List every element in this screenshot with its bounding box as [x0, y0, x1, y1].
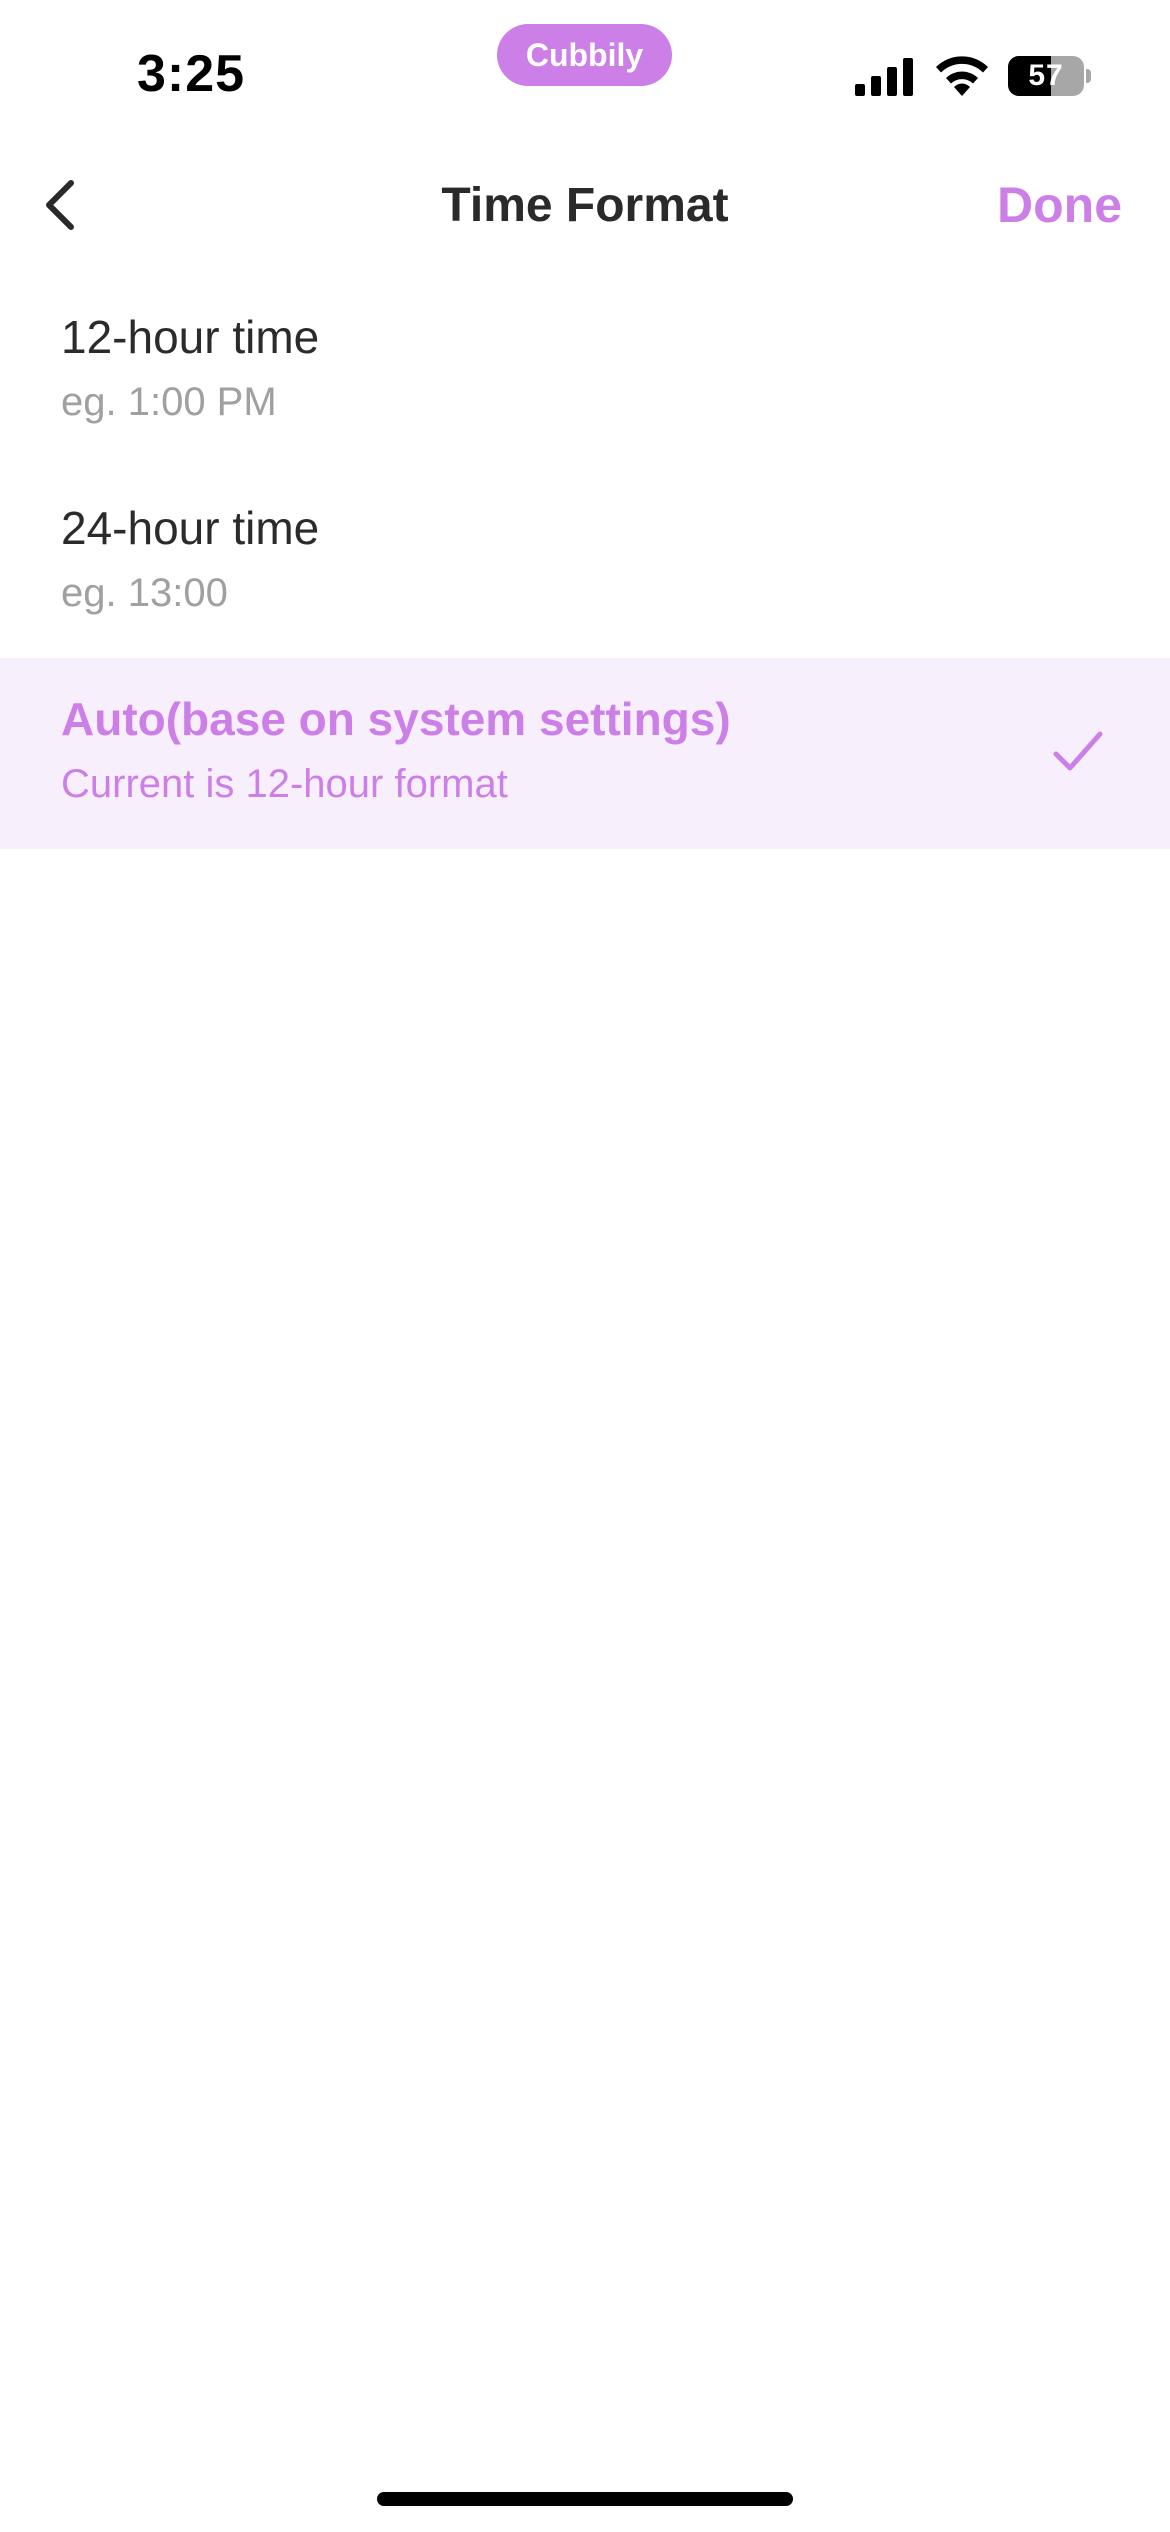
time-format-options: 12-hour time eg. 1:00 PM 24-hour time eg…	[0, 276, 1170, 849]
option-24-hour[interactable]: 24-hour time eg. 13:00	[0, 467, 1170, 658]
wifi-icon	[936, 56, 988, 96]
signal-icon	[855, 58, 913, 96]
option-example: eg. 1:00 PM	[61, 380, 277, 424]
done-button[interactable]: Done	[997, 176, 1122, 234]
app-pill: Cubbily	[497, 24, 672, 86]
option-auto[interactable]: Auto(base on system settings) Current is…	[0, 658, 1170, 849]
option-12-hour[interactable]: 12-hour time eg. 1:00 PM	[0, 276, 1170, 467]
nav-bar: Time Format Done	[0, 150, 1170, 268]
battery-cap	[1086, 69, 1091, 83]
battery-level: 57	[1028, 59, 1064, 92]
option-label: Auto(base on system settings)	[61, 693, 731, 745]
status-bar: 3:25 Cubbily 57	[0, 0, 1170, 150]
option-label: 12-hour time	[61, 311, 320, 363]
status-time: 3:25	[137, 45, 246, 103]
home-indicator[interactable]	[377, 2492, 793, 2506]
option-current-format: Current is 12-hour format	[61, 762, 508, 806]
checkmark-icon	[1053, 731, 1103, 771]
page-title: Time Format	[441, 179, 729, 232]
battery-icon: 57	[1008, 56, 1092, 96]
option-label: 24-hour time	[61, 502, 320, 554]
battery-body: 57	[1008, 56, 1084, 96]
option-example: eg. 13:00	[61, 571, 228, 615]
